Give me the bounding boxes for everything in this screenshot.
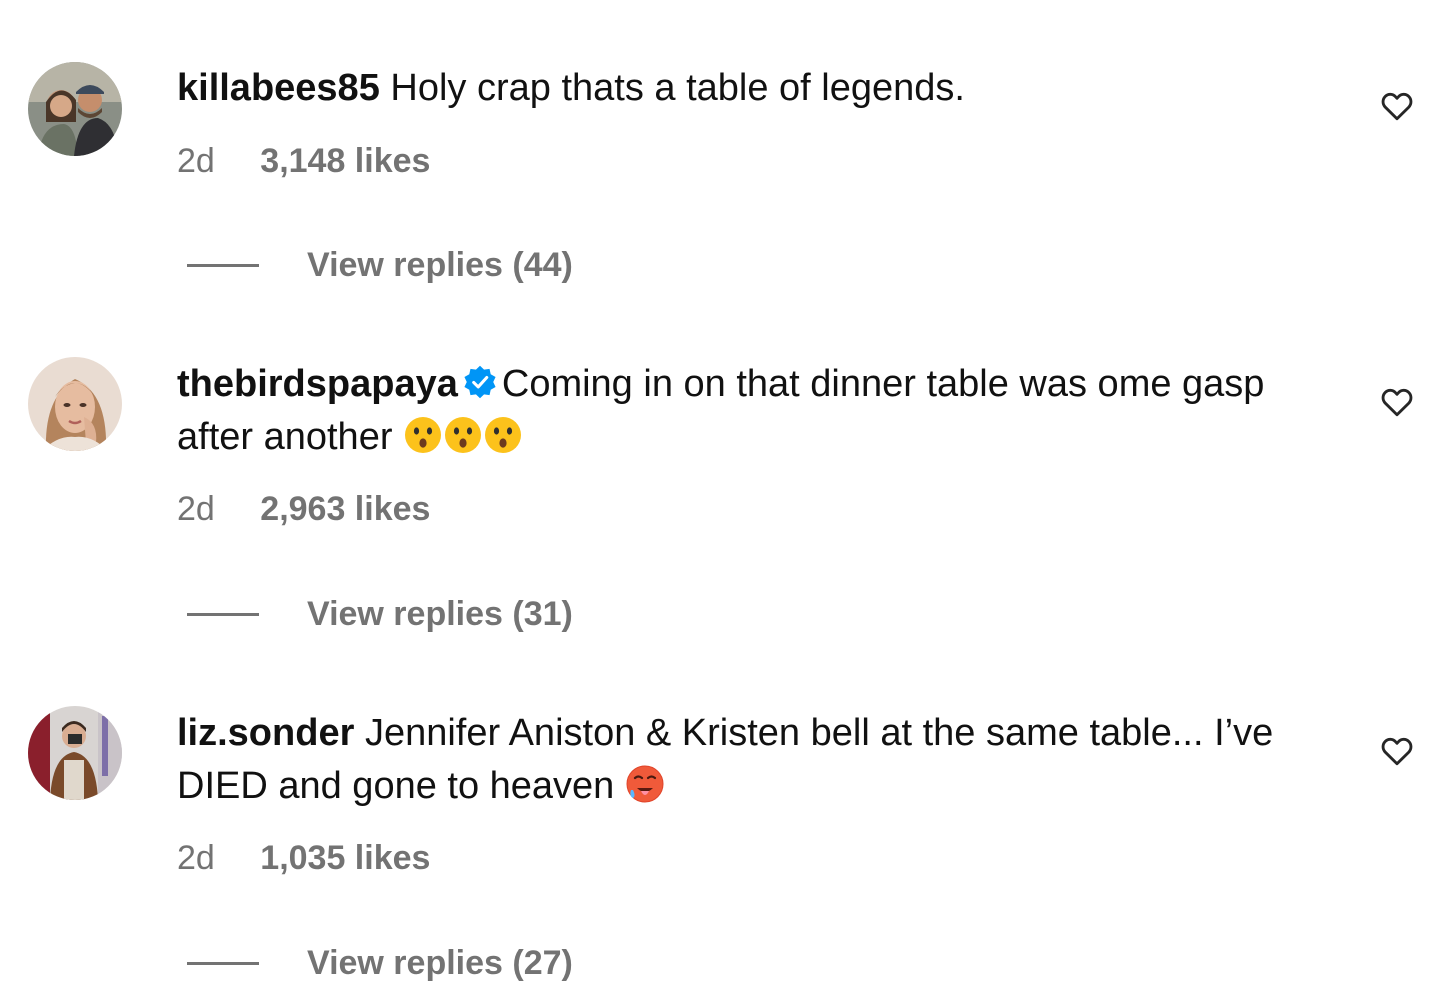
comment-time[interactable]: 2d xyxy=(177,839,215,877)
avatar[interactable] xyxy=(28,706,122,800)
view-replies-label: View replies (27) xyxy=(307,944,573,982)
comment-text: liz.sonder Jennifer Aniston & Kristen be… xyxy=(177,707,1317,813)
hot-face-emoji xyxy=(626,765,664,803)
comment-username[interactable]: liz.sonder xyxy=(177,712,354,754)
replies-divider xyxy=(187,962,259,965)
heart-outline-icon[interactable] xyxy=(1379,733,1415,769)
view-replies-button[interactable]: View replies (27) xyxy=(187,944,573,983)
comment: liz.sonder Jennifer Aniston & Kristen be… xyxy=(0,0,1440,1005)
comment-likes[interactable]: 1,035 likes xyxy=(260,839,430,877)
comment-meta: 2d 1,035 likes xyxy=(177,839,430,878)
